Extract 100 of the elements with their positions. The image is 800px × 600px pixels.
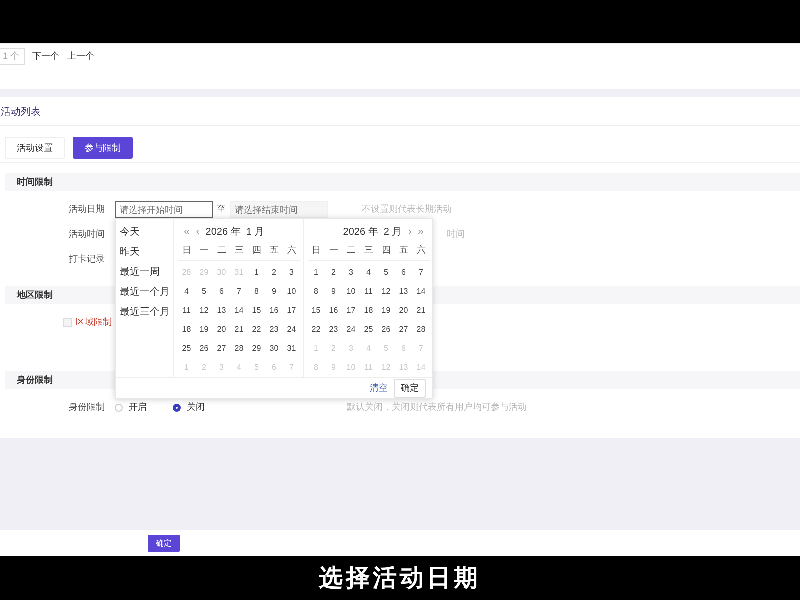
calendar-day[interactable]: 24 xyxy=(283,320,300,339)
field-label: 活动日期 xyxy=(68,203,105,216)
calendar-day[interactable]: 16 xyxy=(325,301,342,320)
calendar-day[interactable]: 7 xyxy=(230,282,248,301)
calendar-day[interactable]: 26 xyxy=(378,320,395,339)
calendar-day[interactable]: 15 xyxy=(308,301,325,320)
weekday-label: 二 xyxy=(346,244,357,257)
calendar-day[interactable]: 13 xyxy=(213,301,230,320)
radio-label: 开启 xyxy=(129,401,147,414)
section-title: 身份限制 xyxy=(17,374,53,386)
calendar-day[interactable]: 8 xyxy=(248,282,266,301)
calendar-day[interactable]: 27 xyxy=(395,320,412,339)
date-shortcut[interactable]: 最近一周 xyxy=(120,265,173,279)
hint-text: 默认关闭，关闭则代表所有用户均可参与活动 xyxy=(347,401,527,414)
section-title: 地区限制 xyxy=(17,288,53,302)
page-count: 1 个 xyxy=(0,48,25,65)
calendar-day[interactable]: 6 xyxy=(395,263,412,282)
weekday-label: 三 xyxy=(234,244,245,257)
calendar-day[interactable]: 21 xyxy=(412,301,430,320)
calendar-day[interactable]: 3 xyxy=(342,263,360,282)
weekday-label: 六 xyxy=(286,244,298,257)
confirm-button[interactable]: 确定 xyxy=(148,534,180,552)
calendar-day[interactable]: 30 xyxy=(266,339,283,358)
weekday-label: 五 xyxy=(398,244,410,257)
weekday-label: 日 xyxy=(181,244,192,257)
card-title: 活动列表 xyxy=(1,106,41,119)
calendar-day[interactable]: 17 xyxy=(283,301,300,320)
calendar-day[interactable]: 7 xyxy=(412,263,430,282)
calendar-day[interactable]: 28 xyxy=(230,339,248,358)
calendar-day[interactable]: 18 xyxy=(178,320,196,339)
checkbox[interactable] xyxy=(63,318,72,327)
calendar-day[interactable]: 1 xyxy=(248,263,266,282)
weekday-label: 五 xyxy=(268,244,280,257)
calendar-day[interactable]: 12 xyxy=(196,301,213,320)
calendar-day[interactable]: 14 xyxy=(230,301,248,320)
clear-link[interactable]: 清空 xyxy=(370,382,388,394)
calendar-day[interactable]: 28 xyxy=(412,320,430,339)
calendar-day[interactable]: 4 xyxy=(178,282,196,301)
weekday-label: 六 xyxy=(416,244,427,257)
calendar-day[interactable]: 10 xyxy=(342,282,360,301)
calendar-day[interactable]: 20 xyxy=(395,301,412,320)
confirm-button[interactable]: 确定 xyxy=(394,378,426,398)
calendar-day[interactable]: 23 xyxy=(266,320,283,339)
calendar-day[interactable]: 21 xyxy=(230,320,248,339)
checkbox-label: 区域限制 xyxy=(76,316,112,329)
calendar-day[interactable]: 18 xyxy=(360,301,378,320)
month-title: 2026 年 2 月 xyxy=(343,226,402,239)
calendar-day[interactable]: 5 xyxy=(196,282,213,301)
calendar-day[interactable]: 8 xyxy=(308,282,325,301)
pager-link[interactable]: 上一个 xyxy=(68,48,95,63)
radio-button[interactable] xyxy=(173,404,181,412)
tab[interactable]: 参与限制 xyxy=(73,137,133,159)
calendar-day[interactable]: 22 xyxy=(248,320,266,339)
calendar-day[interactable]: 17 xyxy=(342,301,360,320)
date-shortcut[interactable]: 最近三个月 xyxy=(120,305,173,319)
calendar-day[interactable]: 16 xyxy=(266,301,283,320)
weekday-label: 四 xyxy=(380,244,392,257)
range-separator: 至 xyxy=(217,203,226,216)
date-shortcut[interactable]: 今天 xyxy=(120,225,173,239)
calendar-day[interactable]: 12 xyxy=(378,282,395,301)
calendar-day[interactable]: 13 xyxy=(395,282,412,301)
weekday-label: 一 xyxy=(328,244,340,257)
end-date-field[interactable]: 请选择结束时间 xyxy=(230,201,328,218)
pager-link[interactable]: 下一个 xyxy=(32,48,60,63)
calendar-day[interactable]: 26 xyxy=(196,339,213,358)
date-shortcut[interactable]: 最近一个月 xyxy=(120,285,173,299)
hint-text: 时间 xyxy=(447,228,465,241)
tab[interactable]: 活动设置 xyxy=(5,137,65,159)
calendar-day[interactable]: 22 xyxy=(308,320,325,339)
calendar-day[interactable]: 19 xyxy=(196,320,213,339)
calendar-day[interactable]: 27 xyxy=(213,339,230,358)
field-label: 身份限制 xyxy=(68,401,105,414)
calendar-day[interactable]: 14 xyxy=(412,282,430,301)
start-date-field[interactable]: 请选择开始时间 xyxy=(115,201,213,218)
calendar-day[interactable]: 9 xyxy=(325,282,342,301)
calendar-day[interactable]: 2 xyxy=(325,263,342,282)
calendar-day[interactable]: 6 xyxy=(213,282,230,301)
calendar-day[interactable]: 25 xyxy=(178,339,196,358)
calendar-day[interactable]: 9 xyxy=(266,282,283,301)
date-shortcut[interactable]: 昨天 xyxy=(120,245,173,259)
calendar-day[interactable]: 2 xyxy=(266,263,283,282)
calendar-day[interactable]: 1 xyxy=(308,263,325,282)
calendar-day[interactable]: 3 xyxy=(283,263,300,282)
calendar-day[interactable]: 20 xyxy=(213,320,230,339)
calendar-day[interactable]: 15 xyxy=(248,301,266,320)
calendar-day[interactable]: 19 xyxy=(378,301,395,320)
section-title: 时间限制 xyxy=(17,176,53,188)
calendar-day[interactable]: 5 xyxy=(378,263,395,282)
month-title: 2026 年 1 月 xyxy=(206,226,265,239)
calendar-day[interactable]: 25 xyxy=(360,320,378,339)
calendar-day[interactable]: 29 xyxy=(248,339,266,358)
weekday-label: 二 xyxy=(216,244,228,257)
calendar-day[interactable]: 24 xyxy=(342,320,360,339)
calendar-day[interactable]: 11 xyxy=(178,301,196,320)
calendar-day[interactable]: 4 xyxy=(360,263,378,282)
calendar-day[interactable]: 10 xyxy=(283,282,300,301)
calendar-day[interactable]: 23 xyxy=(325,320,342,339)
calendar-day[interactable]: 31 xyxy=(283,339,300,358)
weekday-label: 三 xyxy=(363,244,374,257)
calendar-day[interactable]: 11 xyxy=(360,282,378,301)
